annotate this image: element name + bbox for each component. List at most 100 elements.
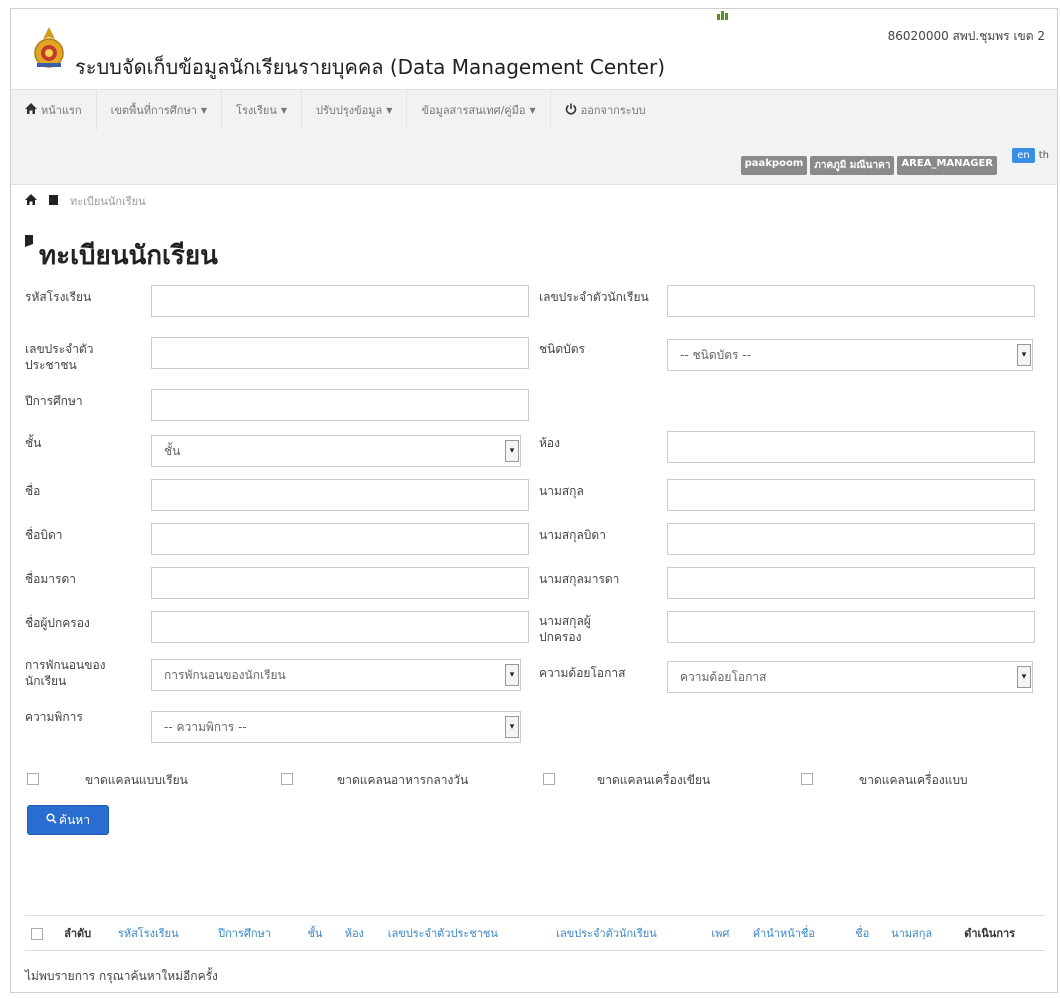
nav-item-area[interactable]: เขตพื้นที่การศึกษา ▼ xyxy=(97,90,223,130)
school-code-label: รหัสโรงเรียน xyxy=(25,290,92,304)
citizen-id-input[interactable] xyxy=(151,337,529,369)
card-type-label: ชนิดบัตร xyxy=(539,342,585,356)
search-button[interactable]: ค้นหา xyxy=(27,805,109,835)
caret-down-icon: ▼ xyxy=(200,105,208,115)
nav-item-home[interactable]: หน้าแรก xyxy=(11,90,97,130)
residence-label: การพักนอนของนักเรียน xyxy=(25,658,106,688)
grade-select-value: ชั้น xyxy=(164,443,181,458)
search-button-label: ค้นหา xyxy=(59,812,90,827)
user-badges: paakpoom ภาคภูมิ มณีนาคา AREA_MANAGER xyxy=(740,156,997,175)
nav-item-label: เขตพื้นที่การศึกษา xyxy=(110,104,197,117)
lang-en-button[interactable]: en xyxy=(1012,148,1035,163)
column-header-grade[interactable]: ชั้น xyxy=(301,915,339,951)
nav-item-label: ข้อมูลสารสนเทศ/คู่มือ xyxy=(421,104,526,117)
nav-item-label: โรงเรียน xyxy=(236,104,277,117)
nav-item-update[interactable]: ปรับปรุงข้อมูล ▼ xyxy=(302,90,408,130)
disadvantage-select-value: ความด้อยโอกาส xyxy=(680,669,767,684)
column-header-citizen-id[interactable]: เลขประจำตัวประชาชน xyxy=(381,915,551,951)
residence-select[interactable]: การพักนอนของนักเรียน ▾ xyxy=(151,659,521,691)
nav-item-info[interactable]: ข้อมูลสารสนเทศ/คู่มือ ▼ xyxy=(407,90,551,130)
disadvantage-select[interactable]: ความด้อยโอกาส ▾ xyxy=(667,661,1033,693)
dropdown-arrow-icon: ▾ xyxy=(1017,666,1031,688)
father-name-label: ชื่อบิดา xyxy=(25,528,63,542)
breadcrumb-current: ทะเบียนนักเรียน xyxy=(70,195,146,208)
checkbox-label: ขาดแคลนแบบเรียน xyxy=(85,773,188,787)
power-icon xyxy=(565,103,577,118)
column-header-student-id[interactable]: เลขประจำตัวนักเรียน xyxy=(550,915,706,951)
dropdown-arrow-icon: ▾ xyxy=(505,716,519,738)
page-title-wrap: ทะเบียนนักเรียน xyxy=(25,235,218,276)
card-type-select-value: -- ชนิดบัตร -- xyxy=(680,347,751,362)
checkbox-lunch[interactable] xyxy=(281,773,293,785)
card-type-select[interactable]: -- ชนิดบัตร -- ▾ xyxy=(667,339,1033,371)
student-id-input[interactable] xyxy=(667,285,1035,317)
mother-name-label: ชื่อมารดา xyxy=(25,572,76,586)
column-header-order: ลำดับ xyxy=(58,915,112,951)
guardian-last-name-label: นามสกุลผู้ปกครอง xyxy=(539,614,591,644)
dropdown-arrow-icon: ▾ xyxy=(505,440,519,462)
nav-menu: หน้าแรก เขตพื้นที่การศึกษา ▼ โรงเรียน ▼ … xyxy=(11,90,660,130)
document-icon xyxy=(49,194,58,208)
role-badge: AREA_MANAGER xyxy=(897,156,997,175)
results-table: ลำดับ รหัสโรงเรียน ปีการศึกษา ชั้น ห้อง … xyxy=(25,915,1045,951)
school-code-input[interactable] xyxy=(151,285,529,317)
first-name-input[interactable] xyxy=(151,479,529,511)
father-name-input[interactable] xyxy=(151,523,529,555)
room-label: ห้อง xyxy=(539,436,560,450)
app-title: ระบบจัดเก็บข้อมูลนักเรียนรายบุคคล (Data … xyxy=(75,55,665,79)
home-icon xyxy=(25,103,37,117)
fullname-badge: ภาคภูมิ มณีนาคา xyxy=(810,156,895,175)
disability-label: ความพิการ xyxy=(25,710,83,724)
mother-name-input[interactable] xyxy=(151,567,529,599)
nav-item-label: หน้าแรก xyxy=(41,104,82,117)
lang-th-button[interactable]: th xyxy=(1039,150,1049,161)
disadvantage-label: ความด้อยโอกาส xyxy=(539,666,626,680)
nav-item-school[interactable]: โรงเรียน ▼ xyxy=(222,90,303,130)
column-header-gender[interactable]: เพศ xyxy=(705,915,747,951)
column-header-actions: ดำเนินการ xyxy=(958,915,1045,951)
academic-year-input[interactable] xyxy=(151,389,529,421)
guardian-last-name-input[interactable] xyxy=(667,611,1035,643)
emblem-logo xyxy=(34,27,64,68)
grade-select[interactable]: ชั้น ▾ xyxy=(151,435,521,467)
checkbox-label: ขาดแคลนเครื่องแบบ xyxy=(859,773,968,787)
nav-item-logout[interactable]: ออกจากระบบ xyxy=(551,90,660,130)
column-header-first-name[interactable]: ชื่อ xyxy=(849,915,886,951)
nav-item-label: ออกจากระบบ xyxy=(580,104,646,117)
column-header-room[interactable]: ห้อง xyxy=(338,915,382,951)
last-name-input[interactable] xyxy=(667,479,1035,511)
guardian-name-label: ชื่อผู้ปกครอง xyxy=(25,616,90,630)
header: ระบบจัดเก็บข้อมูลนักเรียนรายบุคคล (Data … xyxy=(11,9,1057,89)
shortage-checkboxes: ขาดแคลนแบบเรียน ขาดแคลนอาหารกลางวัน ขาดแ… xyxy=(25,769,1045,791)
select-all-checkbox[interactable] xyxy=(31,927,43,940)
language-switch: en th xyxy=(1012,148,1049,163)
column-header-prefix[interactable]: คำนำหน้าชื่อ xyxy=(746,915,850,951)
room-input[interactable] xyxy=(667,431,1035,463)
father-last-name-input[interactable] xyxy=(667,523,1035,555)
checkbox-label: ขาดแคลนเครื่องเขียน xyxy=(597,773,711,787)
breadcrumb: ทะเบียนนักเรียน xyxy=(25,185,146,217)
checkbox-stationery[interactable] xyxy=(543,773,555,785)
breadcrumb-home-icon[interactable] xyxy=(25,193,37,209)
user-info: 86020000 สพป.ชุมพร เขต 2 xyxy=(887,29,1045,43)
column-header-school-code[interactable]: รหัสโรงเรียน xyxy=(111,915,213,951)
caret-down-icon: ▼ xyxy=(280,105,288,115)
column-header-last-name[interactable]: นามสกุล xyxy=(885,915,959,951)
nav-item-label: ปรับปรุงข้อมูล xyxy=(316,104,383,117)
search-icon xyxy=(46,813,57,827)
academic-year-label: ปีการศึกษา xyxy=(25,394,83,408)
mother-last-name-input[interactable] xyxy=(667,567,1035,599)
select-all-cell xyxy=(25,915,59,951)
student-id-label: เลขประจำตัวนักเรียน xyxy=(539,290,649,304)
father-last-name-label: นามสกุลบิดา xyxy=(539,528,606,542)
caret-down-icon: ▼ xyxy=(386,105,393,115)
checkbox-label: ขาดแคลนอาหารกลางวัน xyxy=(337,773,469,787)
disability-select[interactable]: -- ความพิการ -- ▾ xyxy=(151,711,521,743)
dropdown-arrow-icon: ▾ xyxy=(505,664,519,686)
navbar: หน้าแรก เขตพื้นที่การศึกษา ▼ โรงเรียน ▼ … xyxy=(11,89,1057,185)
checkbox-textbook[interactable] xyxy=(27,773,39,785)
guardian-name-input[interactable] xyxy=(151,611,529,643)
chart-icon xyxy=(717,9,729,23)
checkbox-uniform[interactable] xyxy=(801,773,813,785)
column-header-academic-year[interactable]: ปีการศึกษา xyxy=(212,915,302,951)
